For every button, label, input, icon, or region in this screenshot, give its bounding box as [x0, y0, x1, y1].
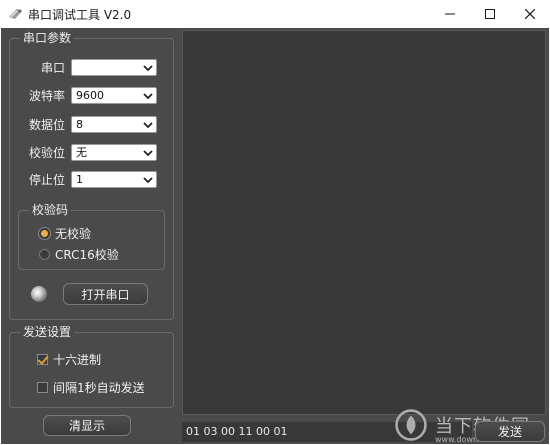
send-settings-title: 发送设置 [20, 324, 75, 340]
port-label: 串口 [40, 61, 65, 75]
radio-crc16[interactable]: CRC16校验 [39, 246, 119, 263]
send-input[interactable]: 01 03 00 11 00 01 [182, 422, 472, 442]
stop-bits-label: 停止位 [28, 173, 65, 187]
minimize-button[interactable] [430, 0, 470, 28]
checkbox-checked [37, 354, 48, 365]
watermark-logo [395, 409, 427, 441]
title-bar[interactable]: 串口调试工具 V2.0 [0, 0, 550, 29]
baud-select[interactable]: 9600 [71, 87, 157, 104]
window-title: 串口调试工具 V2.0 [28, 8, 132, 22]
minimize-icon [445, 13, 455, 15]
radio-dot-unselected [39, 249, 50, 260]
parity-select[interactable]: 无 [71, 144, 157, 161]
stop-bits-select[interactable]: 1 [71, 171, 157, 188]
app-icon [9, 9, 22, 19]
open-port-button[interactable]: 打开串口 [63, 283, 148, 305]
parity-value: 无 [76, 146, 87, 159]
baud-label: 波特率 [28, 89, 65, 103]
hex-checkbox[interactable]: 十六进制 [37, 351, 101, 368]
maximize-button[interactable] [470, 0, 510, 28]
hex-checkbox-label: 十六进制 [53, 353, 102, 367]
checksum-group: 校验码 无校验 CRC16校验 [18, 202, 165, 270]
main-window: 串口参数 串口 波特率 9600 数据位 8 校验位 无 停止位 1 校验码 无… [1, 28, 549, 444]
close-icon [525, 9, 535, 19]
maximize-icon [485, 9, 495, 19]
chevron-down-icon [143, 93, 153, 100]
chevron-down-icon [143, 65, 153, 72]
receive-area[interactable] [182, 30, 546, 415]
chevron-down-icon [143, 150, 153, 157]
port-select[interactable] [71, 59, 157, 76]
stop-bits-value: 1 [76, 173, 83, 186]
port-status-led [31, 286, 47, 302]
chevron-down-icon [143, 122, 153, 129]
chevron-down-icon [143, 177, 153, 184]
serial-params-title: 串口参数 [20, 30, 75, 46]
checksum-title: 校验码 [29, 202, 72, 218]
parity-label: 校验位 [28, 146, 65, 160]
data-bits-select[interactable]: 8 [71, 116, 157, 133]
data-bits-label: 数据位 [28, 118, 65, 132]
radio-no-checksum[interactable]: 无校验 [39, 225, 91, 242]
baud-value: 9600 [76, 89, 104, 102]
radio-dot-selected [39, 228, 50, 239]
clear-display-button[interactable]: 清显示 [43, 415, 131, 436]
send-button[interactable]: 发送 [475, 421, 545, 442]
checkbox-unchecked [37, 382, 48, 393]
auto-send-checkbox[interactable]: 间隔1秒自动发送 [37, 379, 145, 396]
serial-params-group: 串口参数 串口 波特率 9600 数据位 8 校验位 无 停止位 1 校验码 无… [9, 30, 174, 320]
send-settings-group: 发送设置 十六进制 间隔1秒自动发送 [9, 324, 174, 408]
radio-no-checksum-label: 无校验 [55, 227, 92, 241]
radio-crc16-label: CRC16校验 [55, 248, 119, 262]
close-button[interactable] [510, 0, 550, 28]
data-bits-value: 8 [76, 118, 83, 131]
auto-send-checkbox-label: 间隔1秒自动发送 [53, 381, 145, 395]
